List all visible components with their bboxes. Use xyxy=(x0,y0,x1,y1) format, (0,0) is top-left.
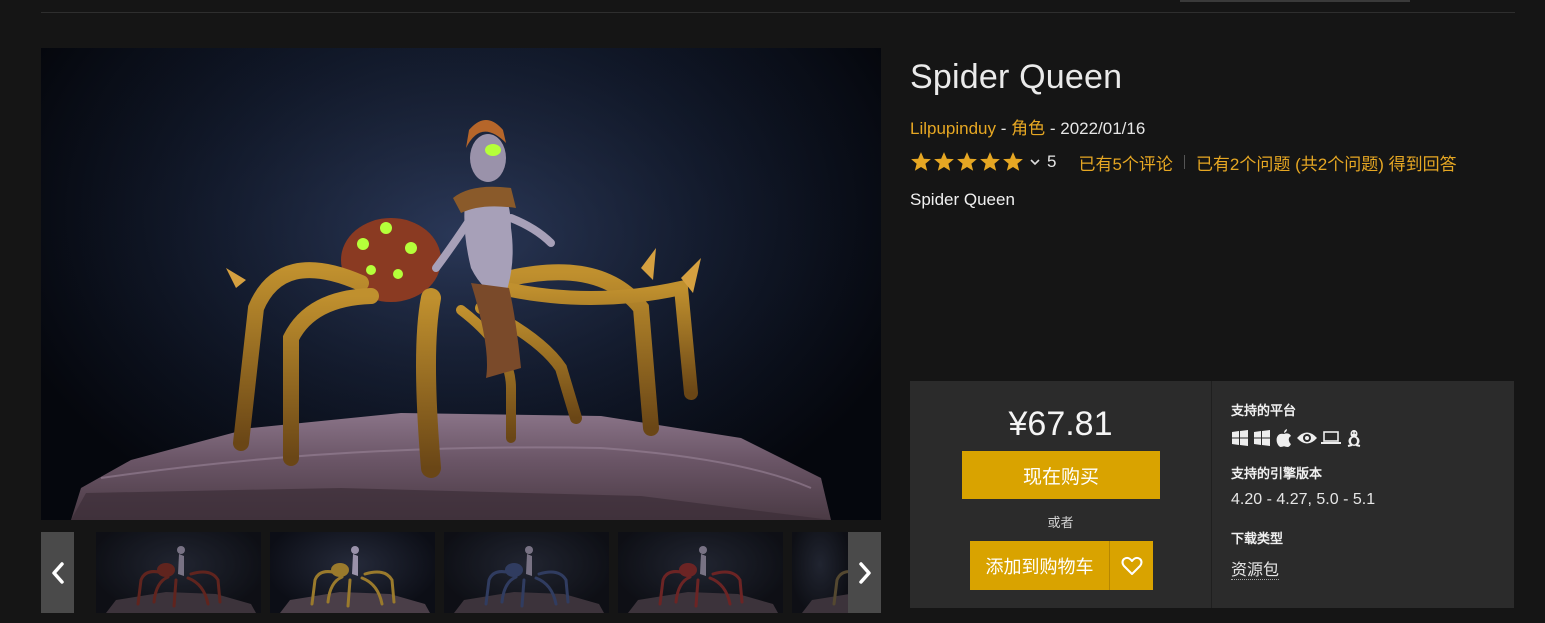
thumbnail-5[interactable] xyxy=(792,532,848,613)
chevron-down-icon[interactable] xyxy=(1028,155,1042,169)
thumbnail-2[interactable] xyxy=(270,532,435,613)
rating-count: 5 xyxy=(1047,152,1057,171)
questions-link[interactable]: 已有2个问题 (共2个问题) 得到回答 xyxy=(1196,150,1457,175)
meta-separator: - xyxy=(996,119,1012,138)
meta-separator: - xyxy=(1045,119,1061,138)
add-to-cart-button-group: 添加到购物车 xyxy=(970,541,1153,590)
engine-versions: 4.20 - 4.27, 5.0 - 5.1 xyxy=(1231,491,1376,508)
thumbnail-3[interactable] xyxy=(444,532,609,613)
prev-arrow-button[interactable] xyxy=(41,532,74,613)
product-subtitle: Spider Queen xyxy=(910,190,1015,209)
thumbnail-image xyxy=(280,546,430,613)
eye-icon xyxy=(1297,429,1317,447)
windows-icon xyxy=(1231,429,1249,447)
heart-icon xyxy=(1121,556,1142,575)
release-date: 2022/01/16 xyxy=(1060,119,1146,138)
rating-row: 5 已有5个评论 已有2个问题 (共2个问题) 得到回答 xyxy=(910,150,1457,174)
thumbnail-carousel xyxy=(41,532,881,613)
download-type-value[interactable]: 资源包 xyxy=(1231,562,1280,580)
reviews-link[interactable]: 已有5个评论 xyxy=(1078,150,1172,175)
product-meta: Lilpupinduy - 角色 - 2022/01/16 xyxy=(910,114,1145,139)
download-type[interactable]: 资源包 xyxy=(1231,556,1280,580)
thumbnail-image xyxy=(454,546,604,613)
download-type-heading: 下载类型 xyxy=(1231,531,1284,546)
buy-now-button[interactable]: 现在购买 xyxy=(962,451,1160,499)
star-icon xyxy=(980,152,1000,171)
engine-heading: 支持的引擎版本 xyxy=(1231,466,1323,481)
star-icon xyxy=(934,152,954,171)
purchase-panel: ¥67.81 现在购买 或者 添加到购物车 支持的平台 支持的引擎版本 4.20… xyxy=(910,381,1514,608)
header-divider xyxy=(41,12,1515,13)
laptop-icon xyxy=(1321,429,1341,447)
panel-divider xyxy=(1211,381,1212,608)
next-arrow-button[interactable] xyxy=(848,532,881,613)
apple-icon xyxy=(1275,429,1293,447)
star-rating[interactable] xyxy=(910,151,1024,173)
linux-icon xyxy=(1345,429,1363,447)
thumbnail-4[interactable] xyxy=(618,532,783,613)
main-product-image[interactable] xyxy=(41,48,881,520)
thumbnail-image xyxy=(628,546,778,613)
star-icon xyxy=(1003,152,1023,171)
link-divider xyxy=(1183,155,1185,169)
price: ¥67.81 xyxy=(1008,405,1113,443)
author-link[interactable]: Lilpupinduy xyxy=(910,119,996,138)
chevron-left-icon xyxy=(51,561,64,584)
product-title: Spider Queen xyxy=(910,58,1123,96)
or-label: 或者 xyxy=(1047,515,1074,530)
platform-icons xyxy=(1231,429,1363,447)
windows-icon xyxy=(1253,429,1271,447)
header-search-bar[interactable] xyxy=(1180,0,1410,2)
thumbnail-image xyxy=(106,546,256,613)
star-icon xyxy=(957,152,977,171)
star-icon xyxy=(911,152,931,171)
platforms-heading: 支持的平台 xyxy=(1231,403,1297,418)
thumbnail-image xyxy=(802,570,848,613)
wishlist-button[interactable] xyxy=(1110,541,1153,590)
category-link[interactable]: 角色 xyxy=(1011,119,1045,138)
thumbnail-1[interactable] xyxy=(96,532,261,613)
add-to-cart-button[interactable]: 添加到购物车 xyxy=(970,541,1109,590)
chevron-right-icon xyxy=(858,561,871,584)
